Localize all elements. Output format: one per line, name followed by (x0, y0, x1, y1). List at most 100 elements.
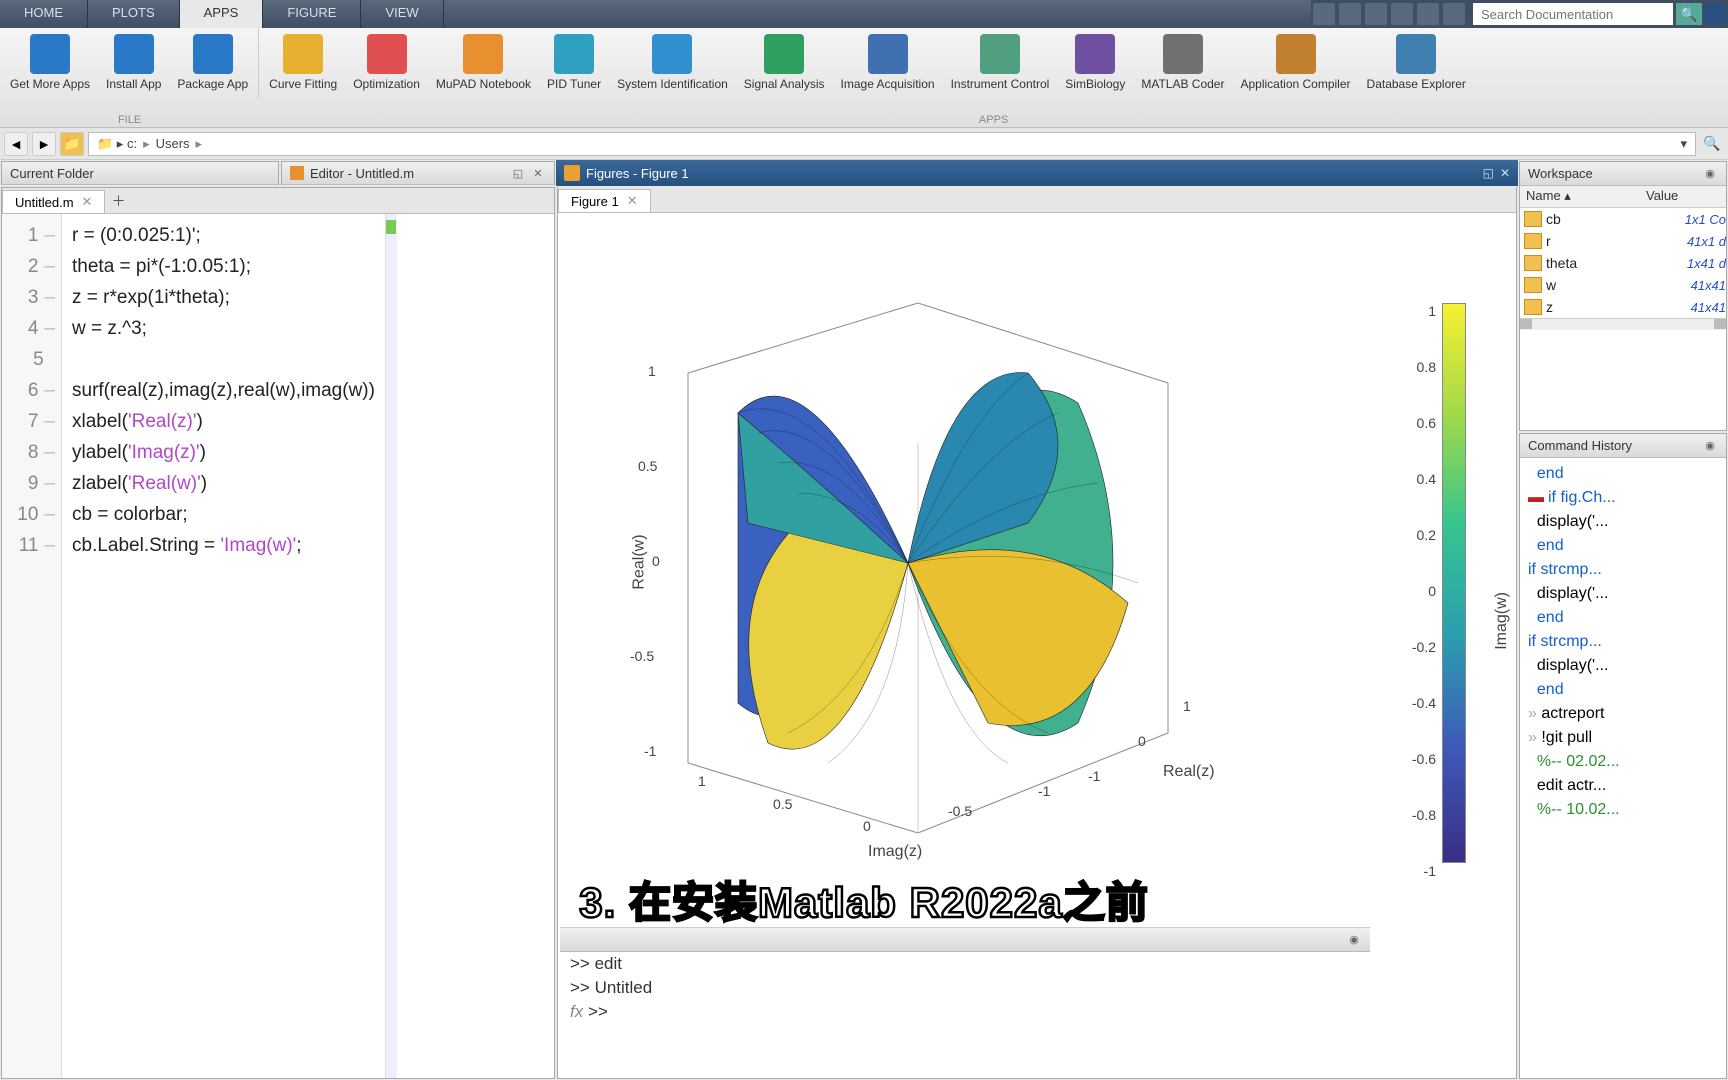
maximize-icon[interactable]: ◱ (1483, 166, 1494, 180)
ribbon-simbiology[interactable]: SimBiology (1057, 28, 1133, 98)
history-line[interactable]: %-- 10.02... (1528, 798, 1718, 822)
ribbon-instrument-control[interactable]: Instrument Control (943, 28, 1058, 98)
workspace-var[interactable]: r41x1 d (1520, 230, 1726, 252)
search-button[interactable]: 🔍 (1676, 3, 1702, 25)
colorbar[interactable] (1442, 303, 1466, 863)
history-line[interactable]: end (1528, 534, 1718, 558)
line-number[interactable]: 9– (2, 468, 61, 499)
search-folder-icon[interactable]: 🔍 (1700, 132, 1724, 156)
help-icon[interactable] (1443, 3, 1465, 25)
breadcrumb-part[interactable]: c: (127, 136, 137, 151)
toolbar-icon[interactable] (1365, 3, 1387, 25)
line-number[interactable]: 7– (2, 406, 61, 437)
maximize-icon[interactable]: ◱ (510, 165, 526, 181)
command-prompt[interactable]: fx >> (560, 1000, 1370, 1024)
breadcrumb[interactable]: 📁 ▸ c: ▸ Users ▸ ▾ (88, 132, 1696, 156)
close-tab-icon[interactable]: ✕ (82, 194, 93, 210)
history-line[interactable]: » actreport (1528, 702, 1718, 726)
code-editor[interactable]: 1–2–3–4–5 6–7–8–9–10–11– r = (0:0.025:1)… (2, 214, 554, 1078)
history-line[interactable]: display('... (1528, 510, 1718, 534)
ribbon-image-acquisition[interactable]: Image Acquisition (833, 28, 943, 98)
line-number[interactable]: 2– (2, 251, 61, 282)
toolbar-icon[interactable] (1339, 3, 1361, 25)
history-line[interactable]: » !git pull (1528, 726, 1718, 750)
main-tab-plots[interactable]: PLOTS (88, 0, 180, 28)
line-number[interactable]: 1– (2, 220, 61, 251)
main-tab-home[interactable]: HOME (0, 0, 88, 28)
toolbar-icon[interactable] (1391, 3, 1413, 25)
ribbon-curve-fitting[interactable]: Curve Fitting (261, 28, 345, 98)
code-line[interactable]: cb = colorbar; (72, 499, 375, 530)
axes-3d[interactable]: 1 0.5 0 -0.5 -1 1 0.5 0 -0.5 -1 -1 0 (608, 263, 1228, 863)
history-line[interactable]: end (1528, 462, 1718, 486)
horizontal-scrollbar[interactable] (1520, 318, 1726, 330)
line-number[interactable]: 3– (2, 282, 61, 313)
code-analyzer-strip[interactable] (385, 214, 397, 1078)
toolbar-icon[interactable] (1417, 3, 1439, 25)
fx-icon[interactable]: fx (570, 1002, 583, 1021)
ribbon-signal-analysis[interactable]: Signal Analysis (736, 28, 833, 98)
code-line[interactable]: r = (0:0.025:1)'; (72, 220, 375, 251)
menu-icon[interactable]: ◉ (1702, 438, 1718, 454)
ribbon-optimization[interactable]: Optimization (345, 28, 428, 98)
col-name[interactable]: Name ▴ (1520, 186, 1640, 207)
line-number[interactable]: 4– (2, 313, 61, 344)
search-documentation-input[interactable] (1473, 3, 1673, 25)
code-line[interactable]: ylabel('Imag(z)') (72, 437, 375, 468)
ribbon-get-more-apps[interactable]: Get More Apps (2, 28, 98, 98)
add-tab-button[interactable]: ＋ (105, 188, 131, 213)
ribbon-mupad-notebook[interactable]: MuPAD Notebook (428, 28, 539, 98)
code-line[interactable]: theta = pi*(-1:0.05:1); (72, 251, 375, 282)
history-line[interactable]: end (1528, 606, 1718, 630)
code-line[interactable]: zlabel('Real(w)') (72, 468, 375, 499)
history-line[interactable]: end (1528, 678, 1718, 702)
ribbon-database-explorer[interactable]: Database Explorer (1359, 28, 1474, 98)
history-line[interactable]: edit actr... (1528, 774, 1718, 798)
history-line[interactable]: if strcmp... (1528, 558, 1718, 582)
close-icon[interactable]: ✕ (1500, 166, 1510, 180)
editor-tab[interactable]: Untitled.m ✕ (2, 190, 105, 213)
code-line[interactable] (72, 344, 375, 375)
main-tab-figure[interactable]: FIGURE (263, 0, 361, 28)
history-line[interactable]: %-- 02.02... (1528, 750, 1718, 774)
line-number[interactable]: 10– (2, 499, 61, 530)
command-history[interactable]: end▬if fig.Ch... display('... endif strc… (1520, 458, 1726, 1078)
code-line[interactable]: w = z.^3; (72, 313, 375, 344)
line-number[interactable]: 6– (2, 375, 61, 406)
ribbon-matlab-coder[interactable]: MATLAB Coder (1133, 28, 1232, 98)
close-tab-icon[interactable]: ✕ (627, 193, 638, 209)
toolbar-icon[interactable] (1313, 3, 1335, 25)
line-number[interactable]: 5 (2, 344, 61, 375)
close-icon[interactable]: ✕ (530, 165, 546, 181)
history-line[interactable]: display('... (1528, 654, 1718, 678)
ribbon-package-app[interactable]: Package App (169, 28, 256, 98)
breadcrumb-part[interactable]: Users (156, 136, 190, 151)
workspace-var[interactable]: cb1x1 Co (1520, 208, 1726, 230)
line-number[interactable]: 11– (2, 530, 61, 561)
col-value[interactable]: Value (1640, 186, 1684, 207)
code-line[interactable]: cb.Label.String = 'Imag(w)'; (72, 530, 375, 561)
code-line[interactable]: surf(real(z),imag(z),real(w),imag(w)) (72, 375, 375, 406)
menu-icon[interactable]: ◉ (1702, 166, 1718, 182)
history-line[interactable]: if strcmp... (1528, 630, 1718, 654)
table-header[interactable]: Name ▴ Value (1520, 186, 1726, 208)
workspace-var[interactable]: w41x41 (1520, 274, 1726, 296)
figure-tab[interactable]: Figure 1 ✕ (558, 189, 651, 212)
workspace-var[interactable]: theta1x41 d (1520, 252, 1726, 274)
command-window[interactable]: ◉ >> edit >> Untitled fx >> (560, 927, 1370, 1024)
code-line[interactable]: xlabel('Real(z)') (72, 406, 375, 437)
ribbon-install-app[interactable]: Install App (98, 28, 169, 98)
account-icon[interactable] (1704, 3, 1726, 25)
main-tab-view[interactable]: VIEW (361, 0, 443, 28)
menu-icon[interactable]: ◉ (1346, 932, 1362, 948)
workspace-table[interactable]: Name ▴ Value cb1x1 Cor41x1 dtheta1x41 dw… (1520, 186, 1726, 430)
ribbon-application-compiler[interactable]: Application Compiler (1232, 28, 1358, 98)
nav-back-icon[interactable]: ◄ (4, 132, 28, 156)
nav-fwd-icon[interactable]: ► (32, 132, 56, 156)
line-number[interactable]: 8– (2, 437, 61, 468)
workspace-var[interactable]: z41x41 (1520, 296, 1726, 318)
ribbon-pid-tuner[interactable]: PID Tuner (539, 28, 609, 98)
history-line[interactable]: ▬if fig.Ch... (1528, 486, 1718, 510)
code-line[interactable]: z = r*exp(1i*theta); (72, 282, 375, 313)
main-tab-apps[interactable]: APPS (180, 0, 264, 28)
